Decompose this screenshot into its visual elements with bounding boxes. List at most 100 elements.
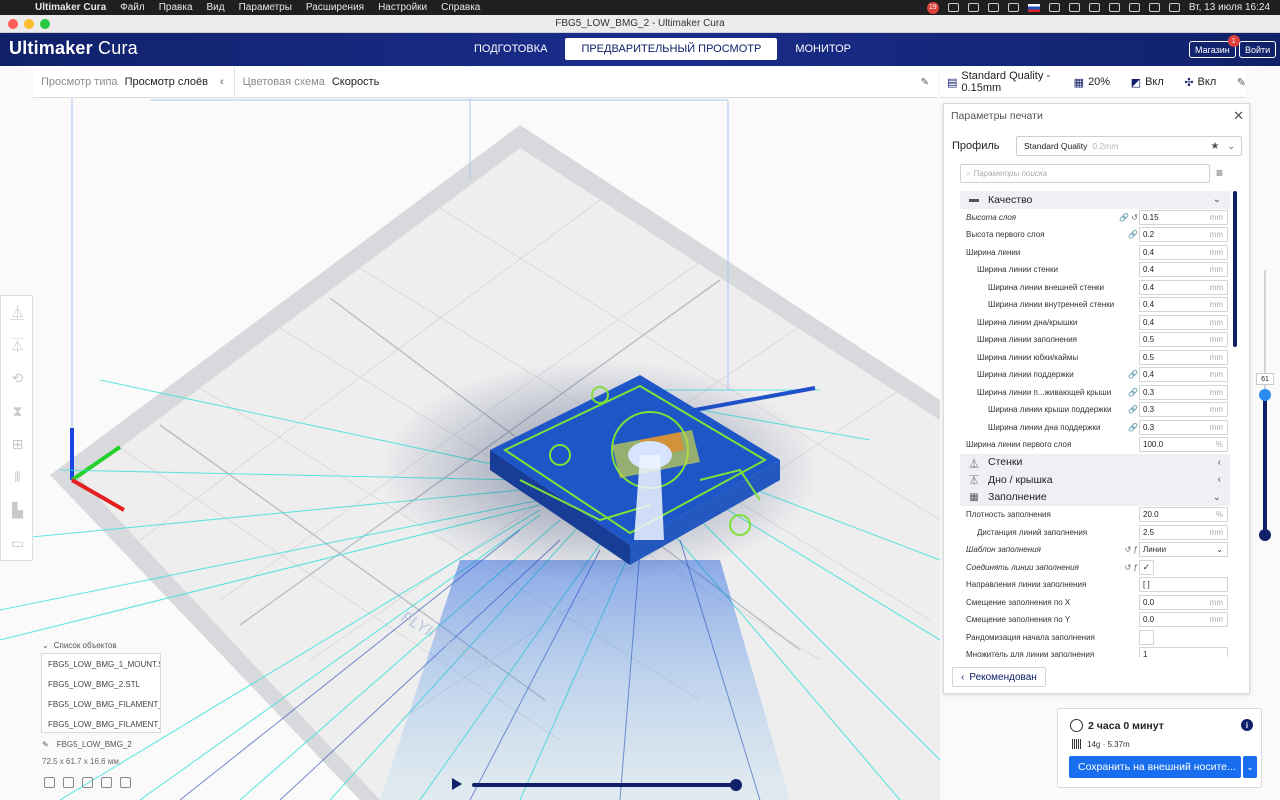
setting-input[interactable]: 0.4 mm [1139,367,1228,383]
tool-icon-7[interactable]: ▙ [1,494,34,527]
layer-slider-range[interactable] [1263,396,1267,536]
shield-tray-icon[interactable] [947,3,959,12]
chevron-left-icon[interactable]: ‹ [220,76,224,88]
save-to-removable-button[interactable]: Сохранить на внешний носите... [1069,756,1241,778]
setting-input[interactable]: 0.15 mm [1139,209,1228,225]
tray-icon-3[interactable] [987,3,999,12]
menu-extensions[interactable]: Расширения [299,2,371,13]
spotlight-icon[interactable] [1128,3,1140,12]
setting-input[interactable]: 0.3 mm [1139,419,1228,435]
list-item[interactable]: FBG5_LOW_BMG_FILAMENT_... [42,694,160,714]
category-15[interactable]: ⏅ Стенки ‹ [960,453,1230,471]
notification-badge-icon[interactable]: 19 [926,1,939,14]
setting-input[interactable]: 0.5 mm [1139,332,1228,348]
setting-link-icon[interactable]: ↺ ƒ [1108,545,1138,554]
setting-input[interactable]: 0.3 mm [1139,402,1228,418]
scrollbar-thumb[interactable] [1233,191,1237,347]
list-item[interactable]: FBG5_LOW_BMG_FILAMENT_... [42,714,160,734]
per-model-settings-icon[interactable]: ⊞ [1,428,34,461]
tray-icon-2[interactable] [967,3,979,12]
setting-input[interactable]: 0.3 mm [1139,384,1228,400]
menu-settings[interactable]: Параметры [232,2,299,13]
setting-input[interactable]: 0.0 mm [1139,612,1228,628]
print-settings-bar[interactable]: ▤ Standard Quality - 0.15mm ▦ 20% ◩ Вкл … [940,67,1246,98]
setting-input[interactable]: 0.4 mm [1139,314,1228,330]
current-layer-number[interactable]: 61 [1256,373,1274,385]
setting-input[interactable]: 0.4 mm [1139,262,1228,278]
setting-input[interactable]: 0.4 mm [1139,297,1228,313]
setting-input[interactable]: 2.5 mm [1139,524,1228,540]
setting-input[interactable]: 0.0 mm [1139,594,1228,610]
front-view-icon[interactable] [63,777,74,788]
save-options-dropdown[interactable]: ⌄ [1243,756,1257,778]
marketplace-button[interactable]: Магазин 1 [1189,35,1240,58]
setting-checkbox[interactable] [1139,629,1154,645]
setting-input[interactable]: 0.4 mm [1139,279,1228,295]
setting-link-icon[interactable]: 🔗 [1108,370,1138,379]
top-view-icon[interactable] [82,777,93,788]
category-17[interactable]: ▦ Заполнение ⌄ [960,488,1230,506]
list-item[interactable]: FBG5_LOW_BMG_1_MOUNT.S... [42,654,160,674]
layer-slider-top-handle[interactable] [1259,389,1271,401]
tray-icon-4[interactable] [1007,3,1019,12]
setting-link-icon[interactable]: 🔗 ↺ [1108,213,1138,222]
info-icon[interactable]: i [1241,719,1253,731]
rotate-tool-icon[interactable]: ⟲ [1,362,34,395]
menu-view[interactable]: Вид [200,2,232,13]
list-item[interactable]: FBG5_LOW_BMG_2.STL [42,674,160,694]
minimize-window-icon[interactable] [24,19,34,29]
right-view-icon[interactable] [120,777,131,788]
left-view-icon[interactable] [101,777,112,788]
object-list-header[interactable]: ⌄ Список объектов [42,641,117,650]
settings-menu-icon[interactable]: ≡ [1216,166,1223,180]
volume-icon[interactable] [1048,3,1060,12]
category-16[interactable]: ⏄ Дно / крышка ‹ [960,471,1230,489]
menu-preferences[interactable]: Настройки [371,2,434,13]
settings-scrollbar[interactable] [1233,191,1237,657]
wifi-icon[interactable] [1108,3,1120,12]
setting-link-icon[interactable]: 🔗 [1108,230,1138,239]
edit-settings-icon[interactable]: ✎ [1237,76,1246,89]
mirror-tool-icon[interactable]: ⧗ [1,395,34,428]
setting-select[interactable]: Линии ⌄ [1139,542,1228,558]
tab-preview[interactable]: ПРЕДВАРИТЕЛЬНЫЙ ПРОСМОТР [565,38,778,60]
settings-list[interactable]: ▬ Качество ⌄ Высота слоя 🔗 ↺ 0.15 mm Высота пер… [960,191,1230,657]
setting-input[interactable]: 0.2 mm [1139,227,1228,243]
layer-slider-bottom-handle[interactable] [1259,529,1271,541]
bluetooth-icon[interactable] [1068,3,1080,12]
star-icon[interactable]: ★ [1210,141,1219,152]
path-slider-handle[interactable] [730,779,742,791]
siri-icon[interactable] [1168,3,1180,12]
menu-file[interactable]: Файл [113,2,152,13]
settings-search-input[interactable]: ⌕ Параметры поиска [960,164,1210,183]
close-icon[interactable]: ✕ [1233,108,1244,124]
setting-link-icon[interactable]: 🔗 [1108,405,1138,414]
menu-edit[interactable]: Правка [152,2,200,13]
3d-view-icon[interactable] [44,777,55,788]
tool-icon-8[interactable]: ▭ [1,527,34,560]
menubar-clock[interactable]: Вт, 13 июля 16:24 [1189,2,1270,13]
recommended-button[interactable]: ‹ Рекомендован [952,667,1046,687]
close-window-icon[interactable] [8,19,18,29]
control-center-icon[interactable] [1148,3,1160,12]
path-slider[interactable] [472,783,736,787]
setting-input[interactable]: 1 [1139,647,1228,657]
keyboard-layout-icon[interactable] [1027,3,1040,12]
edit-icon[interactable]: ✎ [921,77,929,88]
setting-link-icon[interactable]: 🔗 [1108,388,1138,397]
battery-icon[interactable] [1088,3,1100,12]
zoom-window-icon[interactable] [40,19,50,29]
category-0[interactable]: ▬ Качество ⌄ [960,191,1230,209]
setting-input[interactable]: [ ] [1139,577,1228,593]
setting-input[interactable]: 20.0% [1139,507,1228,523]
pencil-icon[interactable]: ✎ [42,740,49,749]
view-type-dropdown[interactable]: Просмотр слоёв [125,76,208,88]
play-icon[interactable] [452,778,462,790]
setting-link-icon[interactable]: ↺ ƒ [1108,563,1138,572]
profile-dropdown[interactable]: Standard Quality 0.2mm ★ ⌄ [1016,136,1242,156]
tab-prepare[interactable]: ПОДГОТОВКА [462,38,559,60]
setting-input[interactable]: 0.4 mm [1139,244,1228,260]
menu-app[interactable]: Ultimaker Cura [28,2,113,13]
setting-input[interactable]: 100.0% [1139,437,1228,453]
setting-input[interactable]: 0.5 mm [1139,349,1228,365]
